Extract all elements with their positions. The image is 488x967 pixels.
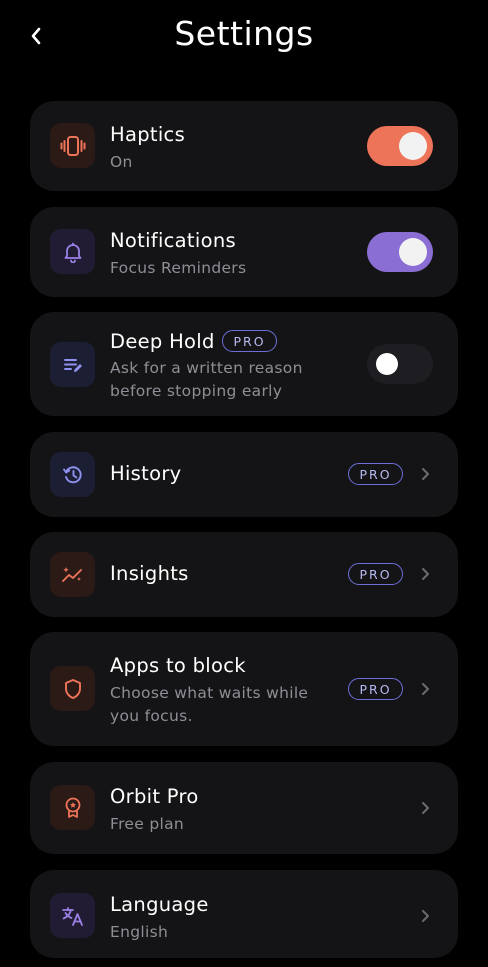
notifications-subtitle: Focus Reminders bbox=[110, 259, 247, 277]
insights-pro-badge: PRO bbox=[348, 563, 403, 585]
deep-hold-subtitle-line2: before stopping early bbox=[110, 382, 283, 400]
chevron-right-icon bbox=[421, 468, 429, 480]
translate-icon bbox=[61, 906, 83, 926]
haptics-subtitle: On bbox=[110, 153, 133, 171]
deep-hold-toggle[interactable] bbox=[367, 344, 433, 384]
deep-hold-pro-badge: PRO bbox=[222, 330, 277, 352]
history-title: History bbox=[110, 462, 182, 485]
award-badge-icon bbox=[65, 797, 80, 818]
history-chevron bbox=[418, 466, 432, 482]
history-setting-row[interactable]: History PRO bbox=[30, 432, 458, 517]
notifications-setting-row[interactable]: Notifications Focus Reminders bbox=[30, 207, 458, 297]
toggle-knob bbox=[399, 238, 427, 266]
notifications-title: Notifications bbox=[110, 229, 236, 252]
language-title: Language bbox=[110, 893, 209, 916]
apps-to-block-title: Apps to block bbox=[110, 654, 246, 677]
chevron-right-icon bbox=[421, 568, 429, 580]
haptics-title: Haptics bbox=[110, 123, 186, 146]
history-icon-tile bbox=[50, 452, 95, 497]
orbit-pro-icon-tile bbox=[50, 785, 95, 830]
apps-to-block-setting-row[interactable]: Apps to block Choose what waits while yo… bbox=[30, 632, 458, 746]
apps-to-block-icon-tile bbox=[50, 666, 95, 711]
orbit-pro-chevron bbox=[418, 800, 432, 816]
toggle-knob bbox=[399, 132, 427, 160]
bell-icon bbox=[64, 242, 81, 263]
haptics-toggle[interactable] bbox=[367, 126, 433, 166]
page-title: Settings bbox=[174, 14, 314, 53]
language-chevron bbox=[418, 908, 432, 924]
sparkle-chart-icon bbox=[61, 566, 82, 582]
language-icon-tile bbox=[50, 893, 95, 938]
insights-setting-row[interactable]: Insights PRO bbox=[30, 532, 458, 617]
chevron-right-icon bbox=[421, 802, 429, 814]
notifications-toggle[interactable] bbox=[367, 232, 433, 272]
language-subtitle: English bbox=[110, 923, 169, 941]
chevron-right-icon bbox=[421, 683, 429, 695]
apps-to-block-chevron bbox=[418, 681, 432, 697]
apps-to-block-subtitle-line2: you focus. bbox=[110, 707, 193, 725]
toggle-knob bbox=[376, 353, 398, 375]
header: Settings bbox=[0, 0, 488, 80]
history-pro-badge: PRO bbox=[348, 463, 403, 485]
apps-to-block-subtitle-line1: Choose what waits while bbox=[110, 684, 309, 702]
deep-hold-subtitle-line1: Ask for a written reason bbox=[110, 359, 303, 377]
insights-title: Insights bbox=[110, 562, 189, 585]
orbit-pro-subtitle: Free plan bbox=[110, 815, 184, 833]
notifications-icon-tile bbox=[50, 229, 95, 274]
apps-to-block-pro-badge: PRO bbox=[348, 678, 403, 700]
vibrate-icon bbox=[60, 135, 85, 156]
deep-hold-setting-row[interactable]: Deep Hold PRO Ask for a written reason b… bbox=[30, 312, 458, 416]
language-setting-row[interactable]: Language English bbox=[30, 870, 458, 958]
insights-icon-tile bbox=[50, 552, 95, 597]
haptics-setting-row[interactable]: Haptics On bbox=[30, 101, 458, 191]
orbit-pro-setting-row[interactable]: Orbit Pro Free plan bbox=[30, 762, 458, 854]
shield-icon bbox=[64, 678, 81, 699]
insights-chevron bbox=[418, 566, 432, 582]
history-clock-icon bbox=[62, 465, 82, 483]
haptics-icon-tile bbox=[50, 123, 95, 168]
note-edit-icon bbox=[63, 358, 82, 372]
orbit-pro-title: Orbit Pro bbox=[110, 785, 199, 808]
deep-hold-icon-tile bbox=[50, 342, 95, 387]
deep-hold-title: Deep Hold bbox=[110, 330, 215, 353]
chevron-right-icon bbox=[421, 910, 429, 922]
